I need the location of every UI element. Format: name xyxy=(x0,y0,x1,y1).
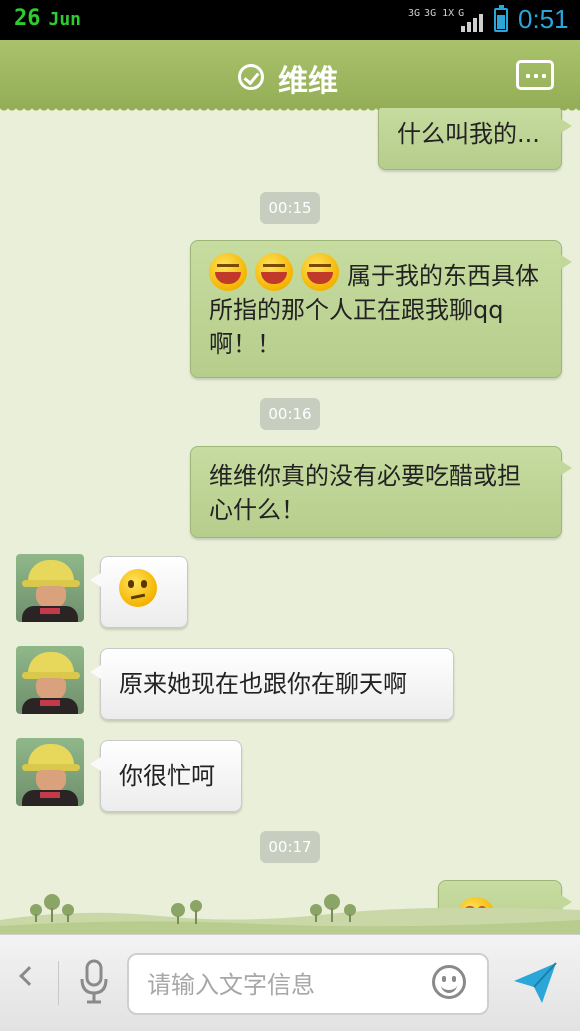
thinking-emoji-icon xyxy=(119,569,157,607)
message-input[interactable] xyxy=(147,965,427,1005)
divider xyxy=(58,961,59,1005)
landscape-decoration xyxy=(0,894,580,935)
check-circle-icon xyxy=(238,64,264,90)
battery-icon xyxy=(494,5,508,32)
send-icon[interactable] xyxy=(512,961,558,1005)
emoji-picker-icon[interactable] xyxy=(432,965,466,999)
status-month: Jun xyxy=(48,9,82,30)
input-bar xyxy=(0,934,580,1031)
laughing-emoji-icon xyxy=(209,253,247,291)
message-text: 维维你真的没有必要吃醋或担心什么！ xyxy=(209,462,521,524)
chat-title: 维维 xyxy=(278,64,338,99)
timestamp: 00:17 xyxy=(260,831,320,863)
collapse-chevron-icon[interactable] xyxy=(19,966,39,986)
contact-avatar[interactable] xyxy=(16,554,84,622)
contact-avatar[interactable] xyxy=(16,738,84,806)
timestamp: 00:15 xyxy=(260,192,320,224)
chat-header: 维维 xyxy=(0,40,580,114)
message-bubble-outgoing[interactable]: 属于我的东西具体所指的那个人正在跟我聊qq啊！！ xyxy=(190,240,572,378)
signal-icon xyxy=(461,14,483,32)
laughing-emoji-icon xyxy=(255,253,293,291)
status-time: 0:51 xyxy=(518,4,569,34)
network-3g-icon: 3G xyxy=(408,8,421,19)
contact-avatar[interactable] xyxy=(16,646,84,714)
message-bubble-incoming[interactable]: 原来她现在也跟你在聊天啊 xyxy=(90,648,454,720)
message-bubble-outgoing[interactable]: 维维你真的没有必要吃醋或担心什么！ xyxy=(190,446,572,538)
status-day: 26 xyxy=(14,6,41,31)
message-bubble-outgoing[interactable]: 什么叫我的... xyxy=(378,108,572,170)
message-bubble-incoming[interactable] xyxy=(90,556,188,628)
laughing-emoji-icon xyxy=(301,253,339,291)
status-date: 26 Jun xyxy=(14,6,81,31)
message-bubble-incoming[interactable]: 你很忙呵 xyxy=(90,740,242,812)
message-text: 什么叫我的... xyxy=(397,120,540,148)
microphone-icon[interactable] xyxy=(78,959,110,1005)
chat-area[interactable]: 什么叫我的... 00:15 属于我的东西具体所指的那个人正在跟我聊qq啊！！ … xyxy=(0,108,580,934)
network-3g1x-icon: 3G 1X xyxy=(424,8,455,19)
message-text: 原来她现在也跟你在聊天啊 xyxy=(119,670,407,698)
timestamp: 00:16 xyxy=(260,398,320,430)
more-menu-button[interactable] xyxy=(516,60,554,90)
message-text: 你很忙呵 xyxy=(119,762,215,790)
status-bar: 26 Jun 3G 3G 1X G 0:51 xyxy=(0,0,580,40)
